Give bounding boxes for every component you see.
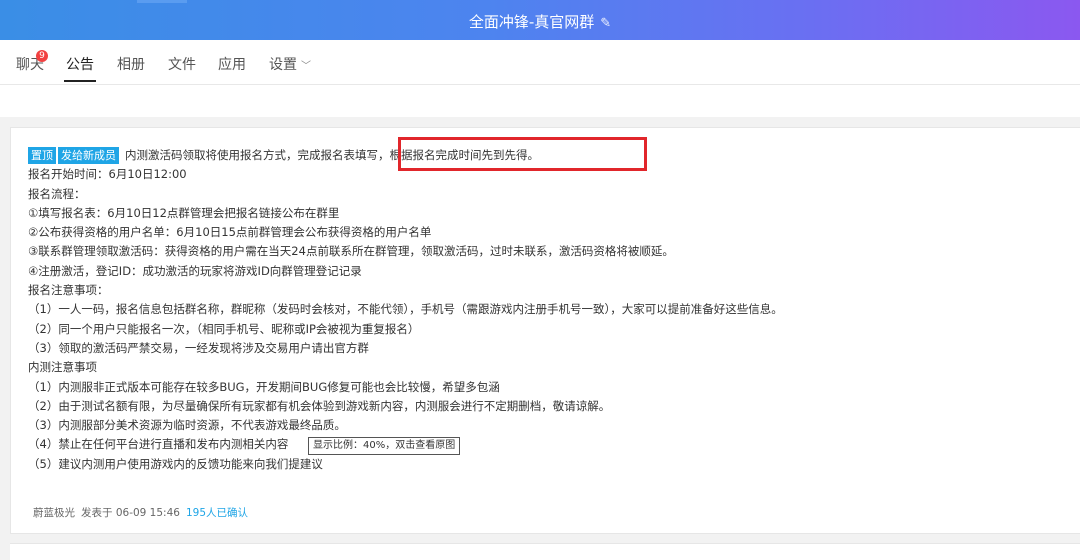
tab-settings-label: 设置	[269, 57, 297, 73]
tab-apps-label: 应用	[218, 57, 246, 73]
announcement-line: 报名流程：	[28, 186, 86, 201]
pinned-tag: 置顶	[28, 147, 56, 164]
chevron-down-icon: ﹀	[301, 61, 311, 72]
highlight-box	[398, 137, 647, 171]
edit-icon[interactable]: ✎	[600, 16, 611, 31]
tab-announcement-label: 公告	[66, 57, 94, 73]
announcement-line: （3）内测服部分美术资源为临时资源，不代表游戏最终品质。	[28, 418, 346, 433]
window-title: 全面冲锋-真官网群 ✎	[0, 0, 1080, 40]
announcement-card[interactable]: 置顶 发给新成员 内测激活码领取将使用报名方式，完成报名表填写，根据报名完成时间先到…	[10, 127, 1080, 534]
announcement-line: （1）内测服非正式版本可能存在较多BUG，开发期间BUG修复可能也会比较慢，希望…	[28, 379, 500, 394]
author-name: 蔚蓝极光	[33, 507, 75, 519]
announcement-line: （5）建议内测用户使用游戏内的反馈功能来向我们提建议	[28, 456, 323, 471]
announcement-line: （2）同一个用户只能报名一次，（相同手机号、昵称或IP会被视为重复报名）	[28, 321, 420, 336]
active-tab-underline	[64, 80, 96, 82]
toolbar-strip	[0, 85, 1080, 117]
group-name: 全面冲锋-真官网群	[468, 13, 595, 31]
announcement-line: （1）一人一码，报名信息包括群名称，群昵称（发码时会核对，不能代领），手机号（需…	[28, 302, 783, 317]
group-tabs: 聊天 9 公告 相册 文件 应用 设置 ﹀	[0, 40, 1080, 85]
tab-settings[interactable]: 设置 ﹀	[269, 54, 311, 74]
zoom-tooltip: 显示比例：40%，双击查看原图	[308, 437, 461, 455]
announcement-line: （2）由于测试名额有限，为尽量确保所有玩家都有机会体验到游戏新内容，内测服会进行…	[28, 398, 611, 413]
announcement-line: （3）领取的激活码严禁交易，一经发现将涉及交易用户请出官方群	[28, 340, 369, 355]
unread-badge: 9	[36, 50, 48, 62]
tab-files-label: 文件	[168, 57, 196, 73]
title-bar: 全面冲锋-真官网群 ✎	[0, 0, 1080, 40]
announcement-line: 报名注意事项：	[28, 283, 109, 298]
announcement-line: 内测注意事项	[28, 360, 97, 375]
tab-announcement[interactable]: 公告	[64, 54, 96, 82]
next-announcement-card	[10, 543, 1080, 560]
announcement-line: ③联系群管理领取激活码：获得资格的用户需在当天24点前联系所在群管理，领取激活码…	[28, 244, 674, 259]
tab-files[interactable]: 文件	[168, 54, 196, 74]
tab-album-label: 相册	[117, 57, 145, 73]
announcement-line: ④注册激活，登记ID：成功激活的玩家将游戏ID向群管理登记记录	[28, 263, 362, 278]
tab-chat[interactable]: 聊天 9	[16, 50, 48, 74]
tab-album[interactable]: 相册	[117, 54, 145, 74]
announcement-body: 置顶 发给新成员 内测激活码领取将使用报名方式，完成报名表填写，根据报名完成时间先到…	[28, 146, 783, 474]
announcement-line: ①填写报名表：6月10日12点群管理会把报名链接公布在群里	[28, 205, 340, 220]
new-member-tag: 发给新成员	[58, 147, 119, 164]
confirmed-count-link[interactable]: 195人已确认	[186, 507, 248, 519]
post-time: 发表于 06-09 15:46	[81, 507, 180, 519]
tab-apps[interactable]: 应用	[218, 54, 246, 74]
announcement-line: ②公布获得资格的用户名单：6月10日15点前群管理会公布获得资格的用户名单	[28, 225, 432, 240]
announcement-footer: 蔚蓝极光 发表于 06-09 15:46 195人已确认	[33, 505, 248, 520]
